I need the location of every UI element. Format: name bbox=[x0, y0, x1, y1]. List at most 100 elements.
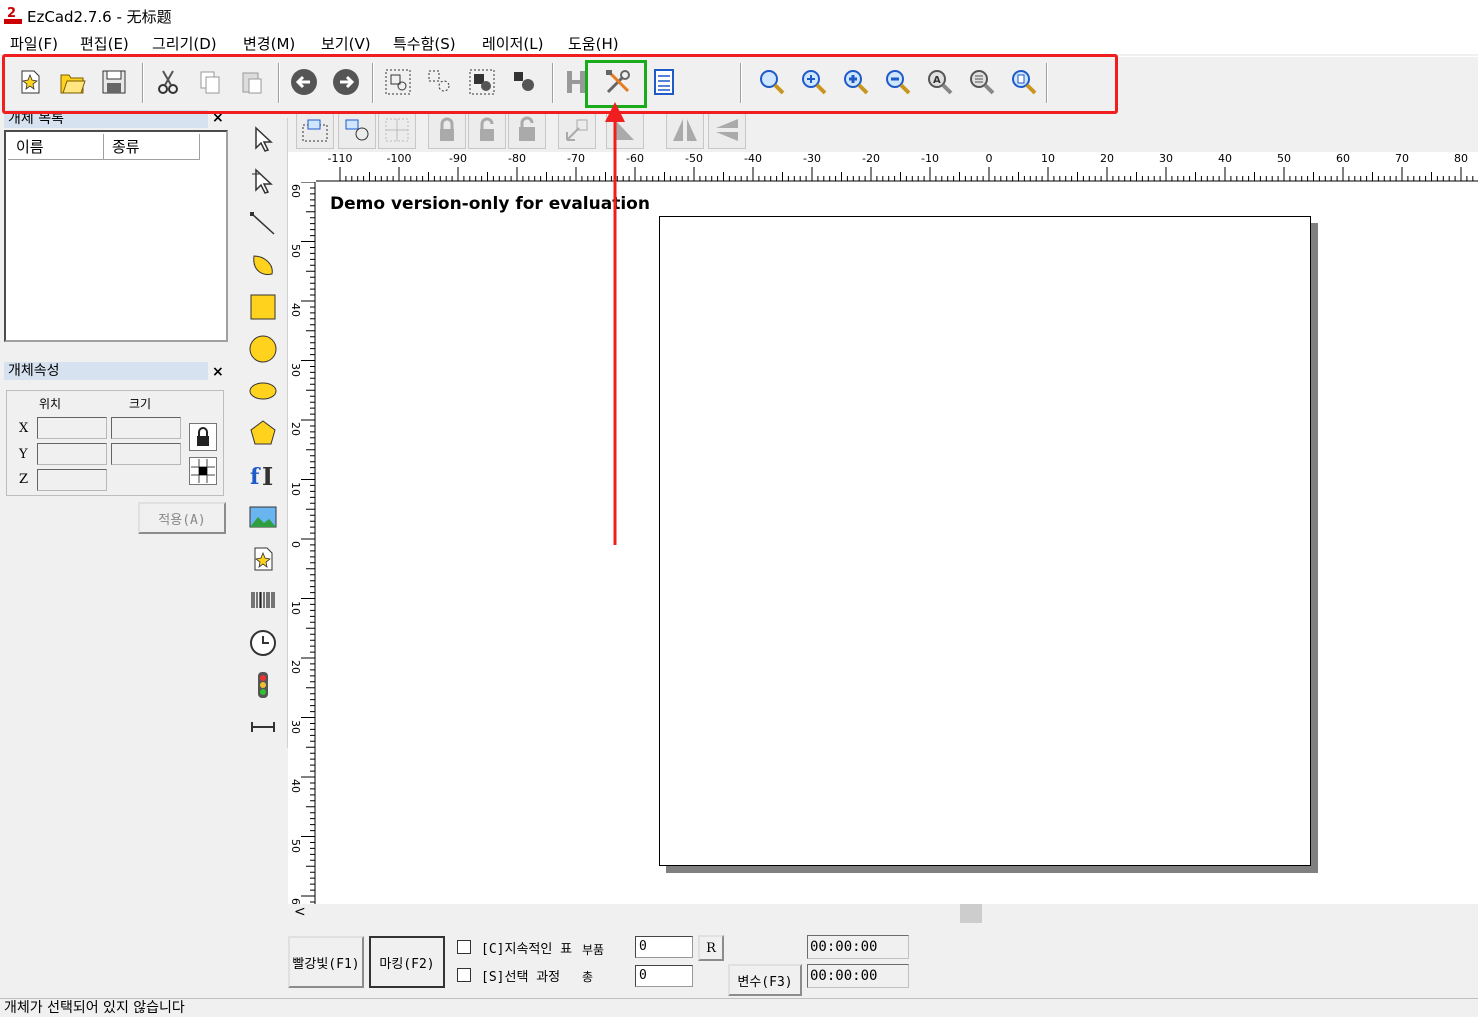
time-elapsed: 00:00:00 bbox=[807, 935, 909, 959]
ruler-top-label: 80 bbox=[1454, 152, 1468, 165]
ruler-left-label: 30 bbox=[289, 719, 302, 734]
mirror-vertical-icon[interactable] bbox=[708, 111, 746, 149]
menu-help[interactable]: 도움(H) bbox=[568, 33, 619, 54]
curve-icon[interactable] bbox=[246, 248, 280, 282]
work-area[interactable] bbox=[659, 216, 1311, 866]
ellipse-icon[interactable] bbox=[246, 374, 280, 408]
rectangle-icon[interactable] bbox=[246, 290, 280, 324]
size-label: 크기 bbox=[129, 397, 152, 411]
y-size-field[interactable] bbox=[111, 443, 181, 465]
ruler-top-label: -30 bbox=[803, 152, 821, 165]
column-type-header[interactable]: 종류 bbox=[104, 134, 200, 160]
title-bar: 2 EzCad2.7.6 - 无标题 bbox=[0, 0, 1478, 30]
continuous-label: [C]지속적인 표 bbox=[481, 942, 573, 957]
x-size-field[interactable] bbox=[111, 417, 181, 439]
scroll-thumb[interactable] bbox=[960, 904, 982, 923]
red-arrow-icon bbox=[605, 102, 625, 545]
lock-icon[interactable] bbox=[428, 111, 466, 149]
ruler-top-label: 60 bbox=[1336, 152, 1350, 165]
y-position-field[interactable] bbox=[37, 443, 107, 465]
output-port-icon[interactable] bbox=[246, 710, 280, 744]
polygon-icon[interactable] bbox=[246, 416, 280, 450]
input-port-icon[interactable] bbox=[246, 668, 280, 702]
ruler-left-label: 20 bbox=[289, 422, 302, 436]
ruler-left-label: 50 bbox=[289, 838, 302, 853]
status-bar: 개체가 선택되어 있지 않습니다 bbox=[0, 998, 1478, 1016]
total-count-input[interactable]: 0 bbox=[635, 965, 693, 987]
barcode-icon[interactable] bbox=[246, 584, 280, 618]
red-light-button[interactable]: 빨강빛(F1) bbox=[288, 936, 364, 988]
continuous-checkbox[interactable] bbox=[457, 940, 471, 954]
mark-button[interactable]: 마킹(F2) bbox=[369, 936, 445, 988]
ruler-left-label: 50 bbox=[289, 243, 302, 258]
menu-draw[interactable]: 그리기(D) bbox=[152, 33, 217, 54]
menu-modify[interactable]: 변경(M) bbox=[243, 33, 295, 54]
secondary-toolbar bbox=[288, 108, 758, 152]
ruler-top-label: -50 bbox=[685, 152, 703, 165]
menu-edit[interactable]: 편집(E) bbox=[80, 33, 129, 54]
apply-button[interactable]: 적용(A) bbox=[138, 502, 226, 534]
z-label: Z bbox=[19, 472, 29, 487]
ruler-left-label: 30 bbox=[289, 362, 302, 377]
select-arrow-icon[interactable] bbox=[246, 122, 280, 156]
ruler-top-ticks bbox=[316, 167, 1478, 182]
ruler-top-label: 30 bbox=[1159, 152, 1173, 165]
select-process-label: [S]선택 과정 bbox=[481, 970, 561, 985]
menu-laser[interactable]: 레이저(L) bbox=[482, 33, 543, 54]
node-edit-icon[interactable] bbox=[246, 164, 280, 198]
ruler-left-label: 0 bbox=[289, 541, 302, 548]
reset-button[interactable]: R bbox=[698, 935, 724, 961]
horizontal-scrollbar[interactable]: < bbox=[288, 904, 1478, 924]
select-process-checkbox[interactable] bbox=[457, 968, 471, 982]
ruler-top-label: -40 bbox=[744, 152, 762, 165]
text-icon[interactable]: fI bbox=[246, 458, 280, 492]
window-title: EzCad2.7.6 - 无标题 bbox=[27, 8, 172, 26]
unlock-all-icon[interactable] bbox=[508, 111, 546, 149]
ruler-top-label: -20 bbox=[862, 152, 880, 165]
ruler-left-label: 10 bbox=[289, 600, 302, 615]
unlock-icon[interactable] bbox=[468, 111, 506, 149]
z-position-field[interactable] bbox=[37, 469, 107, 491]
variable-button[interactable]: 변수(F3) bbox=[728, 964, 802, 996]
menu-special[interactable]: 특수함(S) bbox=[393, 33, 456, 54]
part-count-input[interactable]: 0 bbox=[635, 936, 693, 958]
ruler-top-label: -90 bbox=[449, 152, 467, 165]
position-label: 위치 bbox=[39, 397, 62, 411]
ruler-top-label: 50 bbox=[1277, 152, 1291, 165]
mirror-horizontal-icon[interactable] bbox=[666, 111, 704, 149]
column-name-header[interactable]: 이름 bbox=[8, 134, 104, 160]
object-list[interactable]: 이름 종류 bbox=[4, 130, 228, 342]
lock-ratio-icon[interactable] bbox=[189, 423, 217, 451]
ruler-left-label: 20 bbox=[289, 660, 302, 674]
ruler-top-label: 10 bbox=[1041, 152, 1055, 165]
line-icon[interactable] bbox=[246, 206, 280, 240]
scroll-left-icon[interactable]: < bbox=[294, 904, 306, 920]
select-group-icon[interactable] bbox=[296, 111, 334, 149]
move-origin-icon[interactable] bbox=[558, 111, 596, 149]
ruler-left-label: 40 bbox=[289, 303, 302, 317]
x-label: X bbox=[19, 421, 29, 436]
timer-icon[interactable] bbox=[246, 626, 280, 660]
total-label: 총 bbox=[582, 970, 594, 984]
align-center-icon[interactable] bbox=[378, 111, 416, 149]
ruler-top-label: 40 bbox=[1218, 152, 1232, 165]
bitmap-icon[interactable] bbox=[246, 500, 280, 534]
anchor-grid-icon[interactable] bbox=[189, 457, 217, 485]
menu-view[interactable]: 보기(V) bbox=[321, 33, 371, 54]
vector-file-icon[interactable] bbox=[246, 542, 280, 576]
close-icon[interactable]: × bbox=[212, 364, 224, 380]
menu-file[interactable]: 파일(F) bbox=[10, 33, 58, 54]
menu-bar: 파일(F) 편집(E) 그리기(D) 변경(M) 보기(V) 특수함(S) 레이… bbox=[0, 30, 1478, 54]
svg-text:2: 2 bbox=[7, 6, 16, 21]
highlight-toolbar-box bbox=[2, 54, 1118, 114]
circle-icon[interactable] bbox=[246, 332, 280, 366]
x-position-field[interactable] bbox=[37, 417, 107, 439]
ruler-left-label: 60 bbox=[289, 184, 302, 198]
ruler-top-label: -110 bbox=[327, 152, 353, 165]
draw-toolbar: fI bbox=[238, 118, 288, 748]
select-object-icon[interactable] bbox=[338, 111, 376, 149]
ruler-left-label: 40 bbox=[289, 779, 302, 793]
svg-text:f: f bbox=[250, 464, 261, 490]
ruler-left: 6050403020100102030405060 bbox=[288, 182, 316, 912]
ruler-top-label: -80 bbox=[508, 152, 526, 165]
